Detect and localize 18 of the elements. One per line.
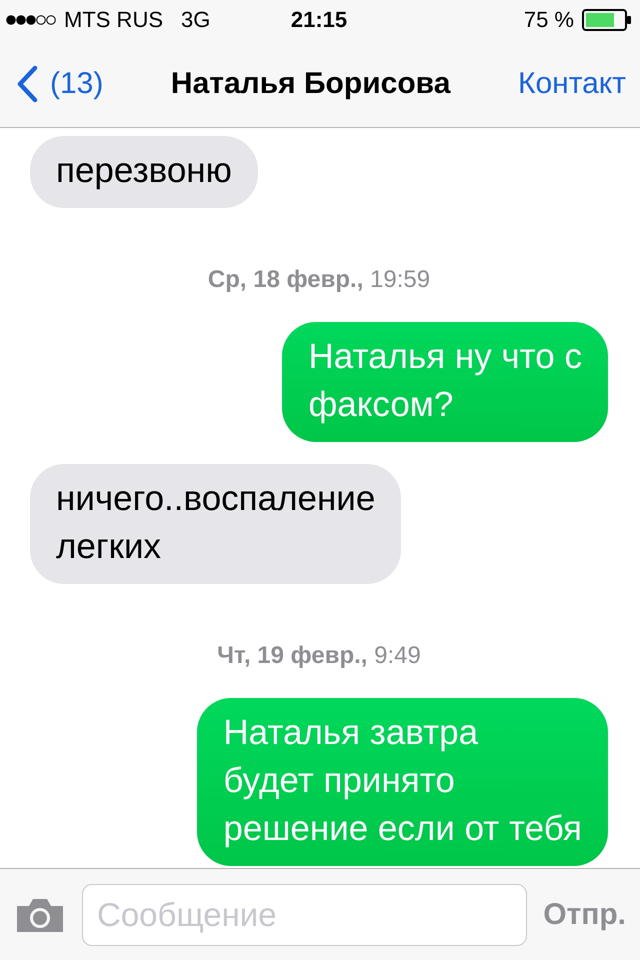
contact-name: Наталья Борисова: [170, 66, 452, 100]
clock-time: 21:15: [290, 7, 348, 33]
back-button[interactable]: (13): [16, 64, 104, 102]
send-button[interactable]: Отпр.: [543, 898, 626, 932]
message-timestamp: Ср, 18 февр., 19:59: [206, 266, 432, 294]
battery-icon: [582, 9, 632, 31]
received-message: перезвоню: [30, 136, 258, 208]
network-type: 3G: [181, 7, 210, 33]
message-timestamp: Чт, 19 февр., 9:49: [216, 642, 422, 670]
message-field[interactable]: Сообщение: [82, 884, 528, 946]
sent-message: Наталья завтра будет принято решение если от тебя: [197, 698, 608, 866]
contact-button[interactable]: Контакт: [518, 66, 626, 100]
battery-percent: 75 %: [524, 7, 574, 33]
chevron-left-icon: [16, 64, 38, 102]
sent-message: Наталья ну что с факсом?: [282, 322, 608, 442]
received-message: ничего..воспаление легких: [30, 464, 402, 584]
carrier-name: MTS RUS: [64, 7, 163, 33]
signal-icon: [6, 14, 56, 26]
